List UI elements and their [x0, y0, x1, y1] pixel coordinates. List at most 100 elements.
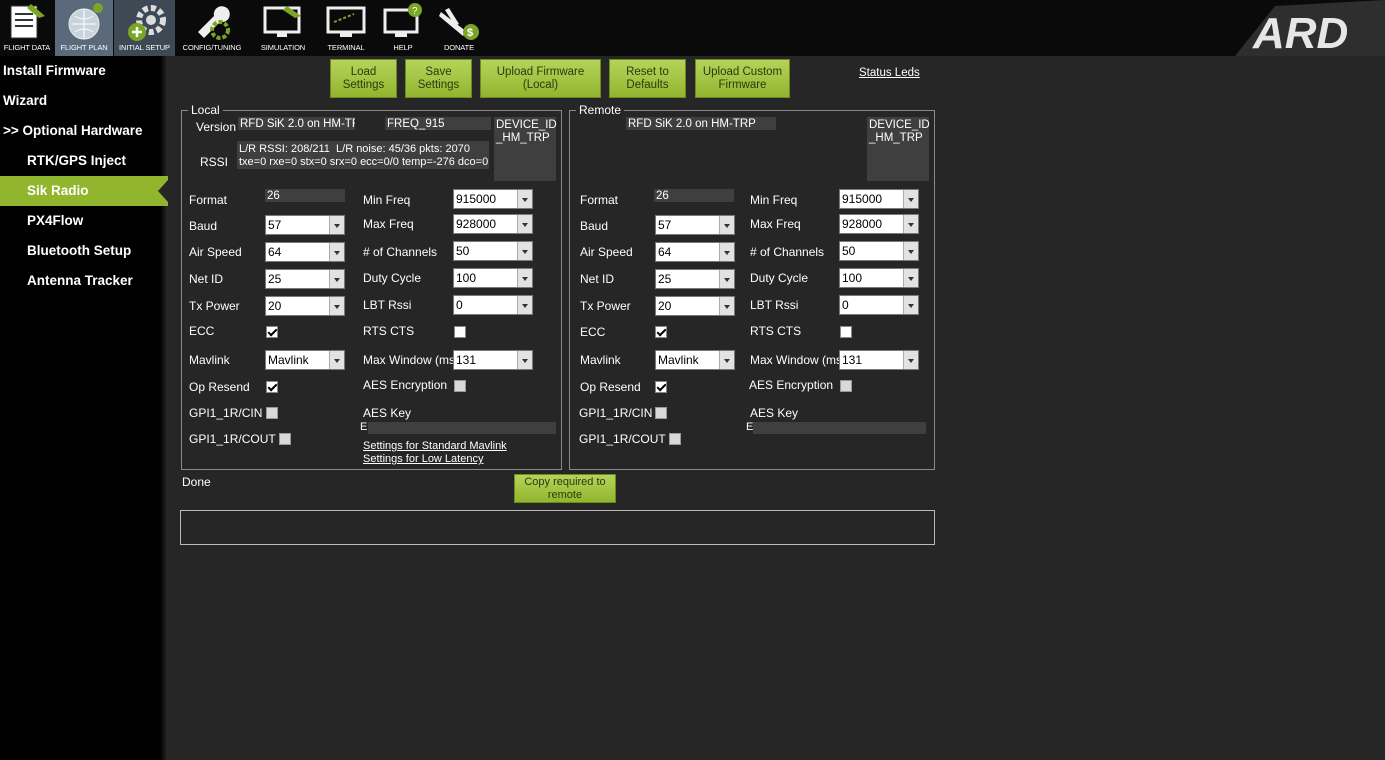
mavlink-label: Mavlink [189, 353, 230, 367]
upload-custom-firmware-button[interactable]: Upload Custom Firmware [695, 59, 790, 98]
upload-firmware-local-button[interactable]: Upload Firmware (Local) [480, 59, 601, 98]
local-aes-encryption-checkbox[interactable] [454, 380, 466, 392]
local-max-window-select[interactable]: 131 [453, 350, 533, 370]
chevron-down-icon [517, 351, 532, 369]
menu-simulation[interactable]: SIMULATION [250, 0, 316, 56]
rssi-label: RSSI [200, 155, 229, 169]
config-tuning-icon [198, 6, 230, 40]
remote-aes-key-input[interactable] [753, 422, 926, 434]
chevron-down-icon [329, 351, 344, 369]
chevron-down-icon [517, 190, 532, 208]
local-channels-select[interactable]: 50 [453, 241, 533, 261]
sidebar-item-px4flow[interactable]: PX4Flow [0, 206, 168, 236]
remote-gpi-cout-checkbox[interactable] [669, 433, 681, 445]
chevron-down-icon [329, 270, 344, 288]
remote-aes-encryption-checkbox[interactable] [840, 380, 852, 392]
remote-group-title: Remote [576, 103, 625, 117]
remote-baud-select[interactable]: 57 [655, 215, 735, 235]
local-op-resend-checkbox[interactable] [266, 381, 278, 393]
remote-ecc-checkbox[interactable] [655, 326, 667, 338]
setup-sidebar: Install Firmware Wizard >> Optional Hard… [0, 56, 168, 760]
sidebar-item-rtk-gps-inject[interactable]: RTK/GPS Inject [0, 146, 168, 176]
local-tx-power-select[interactable]: 20 [265, 296, 345, 316]
remote-channels-select[interactable]: 50 [839, 241, 919, 261]
local-max-freq-select[interactable]: 928000 [453, 214, 533, 234]
lbt-rssi-label: LBT Rssi [750, 298, 799, 312]
menu-config-tuning[interactable]: CONFIG/TUNING [176, 0, 248, 56]
local-baud-select[interactable]: 57 [265, 215, 345, 235]
help-icon: ? [383, 3, 422, 37]
remote-gpi-cin-checkbox[interactable] [655, 407, 667, 419]
donate-icon: $ [439, 8, 479, 40]
status-leds-link[interactable]: Status Leds [859, 67, 920, 79]
remote-air-speed-select[interactable]: 64 [655, 242, 735, 262]
local-ecc-checkbox[interactable] [266, 326, 278, 338]
max-window-label: Max Window (ms) [363, 353, 460, 367]
gpi-cin-label: GPI1_1R/CIN [189, 406, 263, 420]
local-group-title: Local [188, 103, 223, 117]
menu-terminal[interactable]: TERMINAL [318, 0, 374, 56]
low-latency-link[interactable]: Settings for Low Latency [363, 453, 483, 465]
remote-min-freq-select[interactable]: 915000 [839, 189, 919, 209]
local-aes-key-value: E [360, 421, 368, 433]
log-output-box[interactable] [180, 510, 935, 545]
tx-power-label: Tx Power [580, 299, 631, 313]
load-settings-button[interactable]: Load Settings [330, 59, 397, 98]
remote-duty-cycle-select[interactable]: 100 [839, 268, 919, 288]
local-gpi-cin-checkbox[interactable] [266, 407, 278, 419]
standard-mavlink-link[interactable]: Settings for Standard Mavlink [363, 440, 507, 452]
local-rts-cts-checkbox[interactable] [454, 326, 466, 338]
remote-max-window-select[interactable]: 131 [839, 350, 919, 370]
local-rssi-value: L/R RSSI: 208/211 L/R noise: 45/36 pkts:… [237, 141, 489, 169]
sidebar-item-wizard[interactable]: Wizard [0, 86, 168, 116]
menu-initial-setup[interactable]: INITIAL SETUP [114, 0, 175, 56]
remote-mavlink-select[interactable]: Mavlink [655, 350, 735, 370]
sidebar-item-sik-radio[interactable]: Sik Radio [0, 176, 168, 206]
aes-key-label: AES Key [750, 406, 799, 420]
remote-net-id-select[interactable]: 25 [655, 269, 735, 289]
copy-required-to-remote-button[interactable]: Copy required to remote [514, 474, 616, 503]
status-text: Done [182, 475, 211, 489]
menu-label: DONATE [443, 43, 475, 52]
reset-defaults-button[interactable]: Reset to Defaults [609, 59, 686, 98]
menu-help[interactable]: ? HELP [376, 0, 430, 56]
menu-flight-data[interactable]: FLIGHT DATA [0, 0, 54, 56]
local-duty-cycle-select[interactable]: 100 [453, 268, 533, 288]
local-aes-key-input[interactable] [368, 422, 556, 434]
save-settings-button[interactable]: Save Settings [405, 59, 472, 98]
sidebar-item-install-firmware[interactable]: Install Firmware [0, 56, 168, 86]
chevron-down-icon [903, 242, 918, 260]
min-freq-label: Min Freq [363, 193, 411, 207]
max-freq-label: Max Freq [363, 217, 414, 231]
menu-donate[interactable]: $ DONATE [432, 0, 486, 56]
op-resend-label: Op Resend [189, 380, 250, 394]
remote-op-resend-checkbox[interactable] [655, 381, 667, 393]
local-version-value: RFD SiK 2.0 on HM-TRP [238, 117, 355, 130]
gpi-cin-label: GPI1_1R/CIN [579, 406, 653, 420]
local-mavlink-select[interactable]: Mavlink [265, 350, 345, 370]
sidebar-item-optional-hardware[interactable]: >> Optional Hardware [0, 116, 168, 146]
local-lbt-rssi-select[interactable]: 0 [453, 295, 533, 315]
chevron-down-icon [517, 215, 532, 233]
local-net-id-select[interactable]: 25 [265, 269, 345, 289]
net-id-label: Net ID [189, 272, 224, 286]
local-gpi-cout-checkbox[interactable] [279, 433, 291, 445]
remote-tx-power-select[interactable]: 20 [655, 296, 735, 316]
sidebar-item-bluetooth-setup[interactable]: Bluetooth Setup [0, 236, 168, 266]
local-freq-value: FREQ_915 [385, 117, 491, 130]
initial-setup-icon [127, 5, 166, 41]
remote-max-freq-select[interactable]: 928000 [839, 214, 919, 234]
chevron-down-icon [719, 270, 734, 288]
menu-flight-plan[interactable]: FLIGHT PLAN [55, 0, 113, 56]
local-air-speed-select[interactable]: 64 [265, 242, 345, 262]
simulation-icon [263, 6, 301, 37]
remote-lbt-rssi-select[interactable]: 0 [839, 295, 919, 315]
duty-cycle-label: Duty Cycle [750, 271, 809, 285]
tx-power-label: Tx Power [189, 299, 240, 313]
sidebar-item-antenna-tracker[interactable]: Antenna Tracker [0, 266, 168, 296]
local-min-freq-select[interactable]: 915000 [453, 189, 533, 209]
menu-label: CONFIG/TUNING [182, 43, 242, 52]
rts-cts-label: RTS CTS [750, 324, 802, 338]
remote-rts-cts-checkbox[interactable] [840, 326, 852, 338]
gpi-cout-label: GPI1_1R/COUT [579, 432, 666, 446]
